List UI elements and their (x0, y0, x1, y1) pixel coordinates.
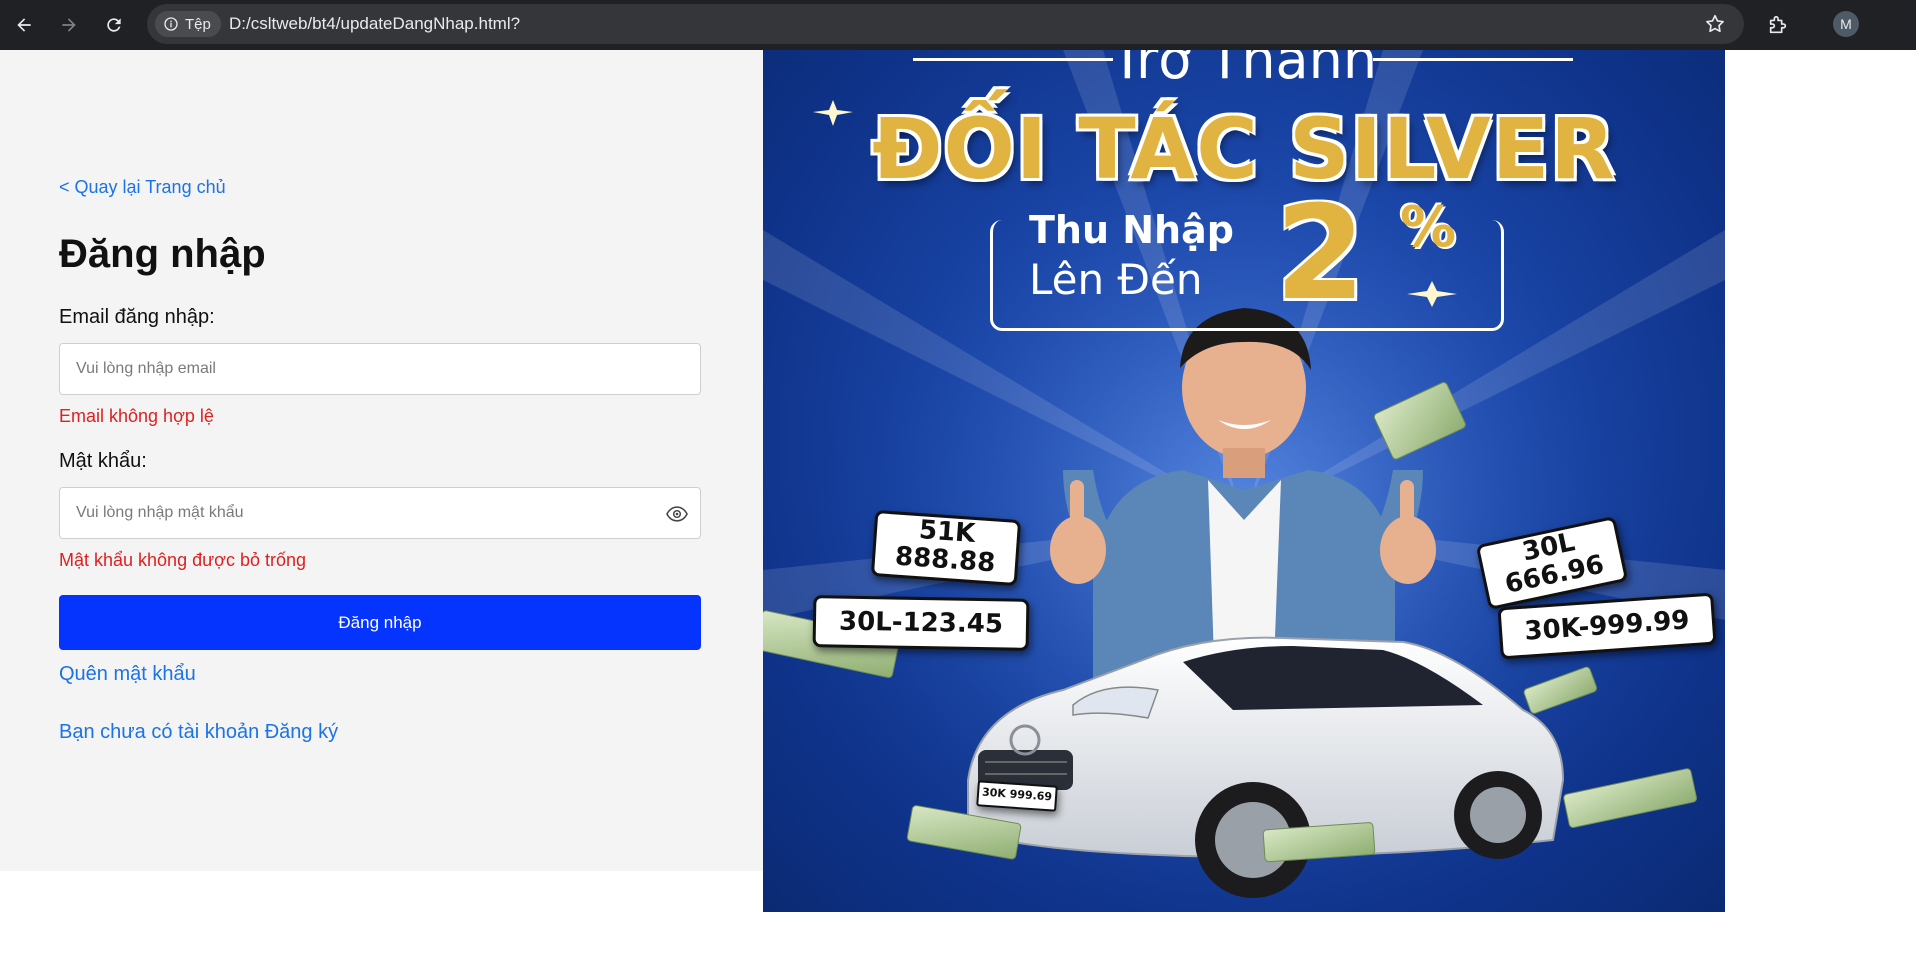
site-info-chip[interactable]: Tệp (155, 11, 221, 37)
back-to-home-link[interactable]: < Quay lại Trang chủ (59, 177, 226, 198)
email-field-container (59, 343, 701, 395)
back-button[interactable] (8, 9, 40, 41)
forward-button[interactable] (53, 9, 85, 41)
email-field[interactable] (60, 344, 700, 394)
reload-button[interactable] (98, 9, 130, 41)
password-error: Mật khẩu không được bỏ trống (59, 550, 306, 570)
income-percent: % (1400, 195, 1457, 260)
info-icon (164, 17, 178, 31)
banner-headline: ĐỐI TÁC SILVER (872, 100, 1616, 198)
site-chip-label: Tệp (185, 15, 211, 33)
login-button[interactable]: Đăng nhập (59, 595, 701, 650)
extensions-button[interactable] (1762, 9, 1794, 41)
license-plate: 51K 888.88 (870, 509, 1022, 587)
email-label: Email đăng nhập: (59, 306, 215, 328)
page-title: Đăng nhập (59, 232, 266, 276)
page-background (0, 871, 763, 957)
password-field[interactable] (60, 488, 700, 538)
register-link[interactable]: Bạn chưa có tài khoản Đăng ký (59, 721, 338, 744)
profile-avatar[interactable]: M (1833, 11, 1859, 37)
arrow-right-icon (62, 18, 76, 32)
banner-top-text: Trở Thành (1110, 50, 1378, 91)
browser-toolbar: Tệp D:/csltweb/bt4/updateDangNhap.html? … (0, 0, 1916, 50)
reload-icon (107, 18, 121, 32)
eye-icon[interactable] (666, 504, 688, 524)
email-error: Email không hợp lệ (59, 406, 214, 426)
address-bar[interactable]: Tệp D:/csltweb/bt4/updateDangNhap.html? (147, 4, 1744, 44)
password-field-container (59, 487, 701, 539)
bookmark-star-icon[interactable] (1704, 13, 1726, 35)
puzzle-icon (1769, 15, 1787, 34)
forgot-password-link[interactable]: Quên mật khẩu (59, 663, 196, 686)
income-line-1: Thu Nhập (1029, 208, 1234, 252)
password-label: Mật khẩu: (59, 450, 147, 472)
income-number: 2 (1275, 177, 1366, 329)
license-plate: 30L-123.45 (812, 595, 1030, 651)
plate-text: 30K 999.69 (981, 785, 1053, 804)
login-panel: < Quay lại Trang chủ Đăng nhập Email đăn… (0, 50, 763, 871)
income-line-2: Lên Đến (1029, 255, 1203, 304)
license-plate: 30K 999.69 (976, 780, 1058, 812)
arrow-left-icon (17, 18, 31, 32)
plate-text: 30L-123.45 (838, 606, 1004, 640)
url-text[interactable]: D:/csltweb/bt4/updateDangNhap.html? (229, 14, 520, 34)
promo-banner: Trở Thành ĐỐI TÁC SILVER Thu Nhập Lên Đế… (763, 50, 1725, 912)
